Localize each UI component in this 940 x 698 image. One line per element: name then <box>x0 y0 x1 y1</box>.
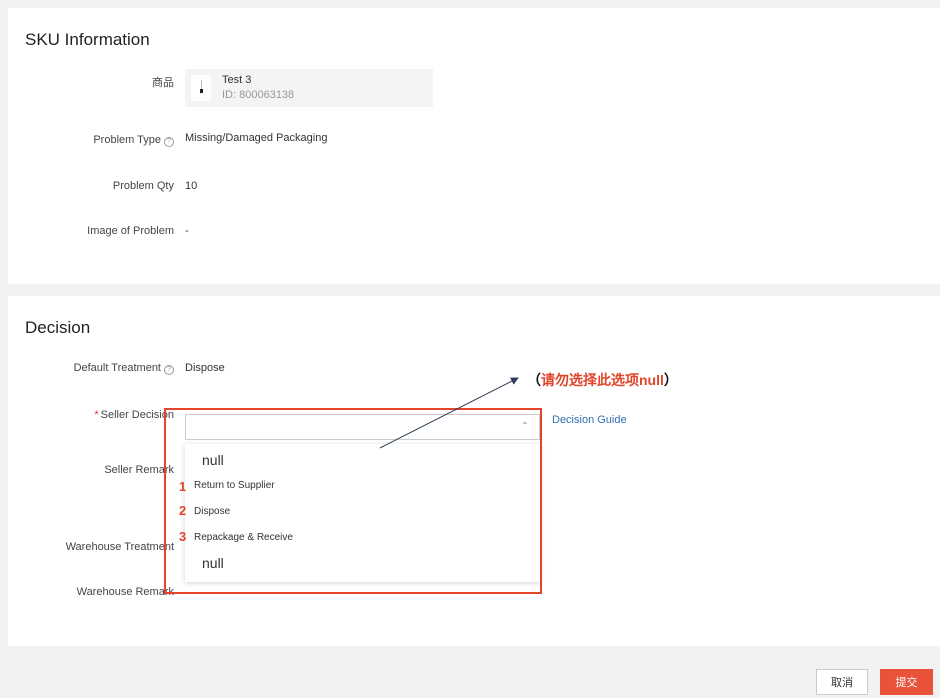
submit-button[interactable]: 提交 <box>880 669 933 695</box>
annotation-open-paren: （ <box>527 372 541 388</box>
cancel-button[interactable]: 取消 <box>816 669 868 695</box>
annotation-close-paren: ） <box>663 372 678 388</box>
annotation-note: （请勿选择此选项null） <box>527 370 678 390</box>
annotation-note-text: 请勿选择此选项null <box>541 372 664 388</box>
annotation-arrow <box>379 377 519 449</box>
